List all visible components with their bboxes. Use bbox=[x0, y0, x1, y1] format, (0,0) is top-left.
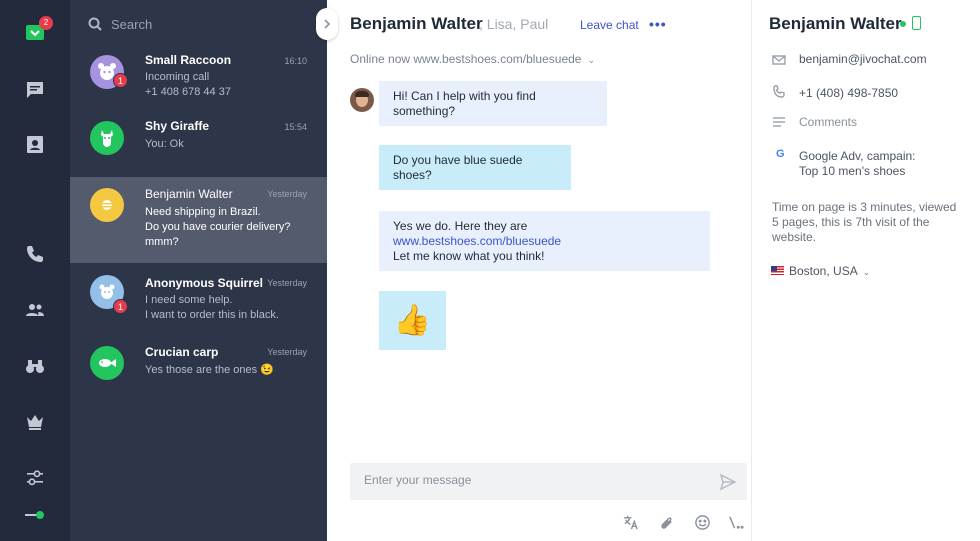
chevron-down-icon: ⌄ bbox=[587, 55, 596, 65]
visitor-email[interactable]: benjamin@jivochat.com bbox=[799, 52, 927, 67]
conversation-panel: Benjamin Walter , Lisa, Paul Leave chat … bbox=[327, 0, 752, 541]
slash-icon bbox=[728, 516, 744, 529]
message-bubble-agent: Yes we do. Here they are www.bestshoes.c… bbox=[379, 211, 710, 271]
chat-name: Crucian carp bbox=[145, 345, 219, 359]
visitor-name: Benjamin Walter bbox=[769, 14, 902, 33]
unread-badge: 1 bbox=[113, 73, 128, 88]
visitor-comments-field[interactable]: Comments bbox=[799, 115, 857, 130]
flag-canton bbox=[771, 266, 777, 271]
visitor-traffic-source: Google Adv, campain: Top 10 men's shoes bbox=[799, 149, 916, 178]
message-text: Yes we do. Here they are bbox=[393, 218, 528, 233]
nav-rail: 2 bbox=[0, 0, 70, 541]
message-text: Let me know what you think! bbox=[393, 248, 545, 263]
search-bar bbox=[88, 14, 271, 34]
message-bubble-visitor: Do you have blue suede shoes? bbox=[379, 145, 571, 190]
chat-list-item-crucian-carp[interactable]: Crucian carp Yesterday Yes those are the… bbox=[70, 335, 327, 395]
message-text: Hi! Can I help with you find something? bbox=[393, 88, 536, 118]
visitor-info-panel: Benjamin Walter benjamin@jivochat.com +1… bbox=[752, 0, 980, 541]
visitor-status-line[interactable]: Online now www.bestshoes.com/bluesuede ⌄ bbox=[350, 52, 595, 66]
settings-sliders-icon[interactable] bbox=[23, 466, 47, 490]
translate-icon bbox=[623, 515, 638, 529]
chat-time: 15:54 bbox=[284, 122, 307, 132]
chat-list-item-anonymous-squirrel[interactable]: 1 Anonymous Squirrel Yesterday I need so… bbox=[70, 263, 327, 335]
chat-list-item-benjamin-walter[interactable]: Benjamin Walter Yesterday Need shipping … bbox=[70, 177, 327, 263]
visitor-location[interactable]: Boston, USA ⌄ bbox=[789, 264, 870, 278]
chat-preview: Yes those are the ones 😉 bbox=[145, 364, 274, 376]
chat-preview: Need shipping in Brazil. Do you have cou… bbox=[145, 206, 291, 248]
chat-preview: Incoming call +1 408 678 44 37 bbox=[145, 71, 231, 98]
agent-avatar bbox=[350, 88, 374, 112]
search-input[interactable] bbox=[111, 16, 271, 32]
binoculars-icon[interactable] bbox=[23, 354, 47, 378]
chat-name: Small Raccoon bbox=[145, 53, 232, 67]
chat-time: Yesterday bbox=[267, 347, 307, 357]
status-online-dot bbox=[36, 511, 44, 519]
message-input[interactable] bbox=[364, 473, 694, 487]
mobile-device-icon bbox=[912, 16, 921, 30]
online-status-toggle[interactable] bbox=[25, 510, 45, 520]
contacts-icon[interactable] bbox=[23, 133, 47, 157]
chat-list-panel: 1 Small Raccoon 16:10 Incoming call +1 4… bbox=[70, 0, 327, 541]
leave-chat-link[interactable]: Leave chat bbox=[580, 18, 639, 32]
chats-icon[interactable] bbox=[23, 78, 47, 102]
conversation-title: Benjamin Walter bbox=[350, 14, 483, 33]
send-button[interactable] bbox=[719, 473, 737, 491]
chat-time: Yesterday bbox=[267, 278, 307, 288]
jivochat-app: 2 Search 1 Small Raccoon 16:10 Incoming … bbox=[0, 0, 980, 541]
visitor-status-text: Online now www.bestshoes.com/bluesuede bbox=[350, 52, 582, 66]
giraffe-icon bbox=[101, 130, 113, 147]
chat-list-item-shy-giraffe[interactable]: Shy Giraffe 15:54 You: Ok bbox=[70, 110, 327, 177]
squirrel-icon bbox=[99, 284, 115, 299]
emoji-button[interactable] bbox=[692, 512, 712, 532]
team-icon[interactable] bbox=[23, 298, 47, 322]
search-icon bbox=[88, 17, 102, 31]
send-icon bbox=[719, 473, 737, 491]
phone-icon[interactable] bbox=[23, 242, 47, 266]
canned-responses-button[interactable] bbox=[725, 512, 745, 532]
message-bubble-agent: Hi! Can I help with you find something? bbox=[379, 81, 607, 126]
fish-icon bbox=[99, 359, 116, 367]
attach-button[interactable] bbox=[656, 512, 676, 532]
chat-preview: I need some help. I want to order this i… bbox=[145, 294, 279, 321]
crown-icon[interactable] bbox=[23, 410, 47, 434]
visitor-phone[interactable]: +1 (408) 498-7850 bbox=[799, 86, 898, 101]
paperclip-icon bbox=[660, 516, 672, 529]
unread-badge: 1 bbox=[113, 299, 128, 314]
avatar bbox=[90, 346, 124, 380]
avatar bbox=[90, 188, 124, 222]
chat-name: Shy Giraffe bbox=[145, 119, 210, 133]
online-status-dot bbox=[900, 21, 906, 27]
chat-preview: You: Ok bbox=[145, 138, 184, 150]
us-flag-icon bbox=[771, 266, 784, 275]
avatar bbox=[90, 121, 124, 155]
sun-icon bbox=[100, 200, 114, 210]
chat-name: Benjamin Walter bbox=[145, 187, 233, 201]
visit-statistics: Time on page is 3 minutes, viewed 5 page… bbox=[772, 200, 957, 244]
location-text: Boston, USA bbox=[789, 264, 858, 278]
translate-button[interactable] bbox=[620, 512, 640, 532]
google-icon: G bbox=[776, 148, 785, 160]
chat-list-item-small-raccoon[interactable]: 1 Small Raccoon 16:10 Incoming call +1 4… bbox=[70, 42, 327, 110]
more-options-icon[interactable]: ••• bbox=[649, 16, 667, 32]
inbox-badge: 2 bbox=[39, 16, 53, 30]
message-link[interactable]: www.bestshoes.com/bluesuede bbox=[393, 234, 561, 248]
email-icon bbox=[771, 52, 787, 68]
smile-icon bbox=[694, 514, 710, 530]
agent-hair bbox=[355, 91, 369, 97]
conversation-participants: , Lisa, Paul bbox=[479, 16, 549, 32]
comments-icon bbox=[771, 114, 787, 130]
chat-name: Anonymous Squirrel bbox=[145, 276, 264, 290]
message-line: Yes we do. Here they are www.bestshoes.c… bbox=[393, 219, 696, 249]
thumbs-up-icon: 👍 bbox=[393, 304, 432, 337]
message-bubble-emoji: 👍 bbox=[379, 291, 446, 350]
chat-time: Yesterday bbox=[267, 189, 307, 199]
message-composer bbox=[350, 463, 747, 500]
chevron-down-icon: ⌄ bbox=[862, 267, 871, 277]
chat-time: 16:10 bbox=[284, 56, 307, 66]
phone-icon bbox=[771, 84, 787, 100]
message-text: Do you have blue suede shoes? bbox=[393, 152, 523, 182]
